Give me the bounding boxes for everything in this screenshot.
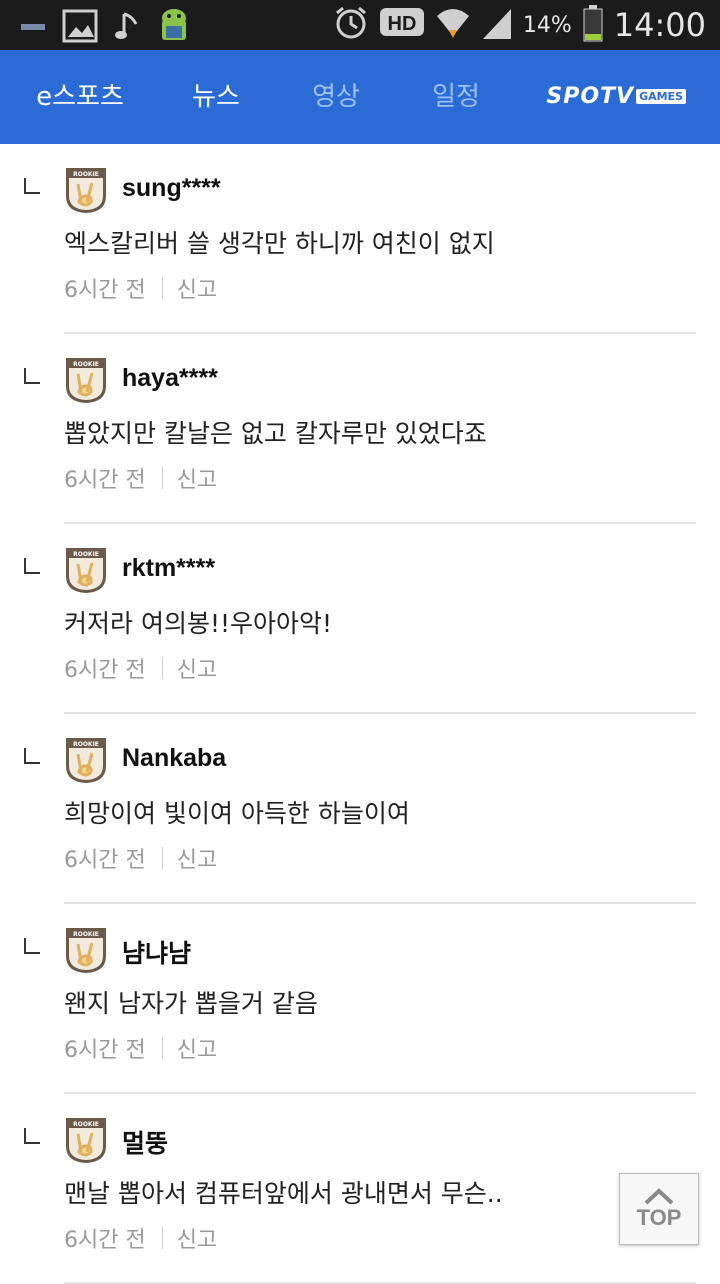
comment-item: ROOKIE sung**** 엑스칼리버 쓸 생각만 하니까 여친이 없지 6… <box>0 144 720 334</box>
comment-text: 뽑았지만 칼날은 없고 칼자루만 있었다죠 <box>64 419 487 448</box>
reply-arrow-icon <box>24 938 40 954</box>
comment-time: 6시간 전 <box>64 278 146 303</box>
report-link[interactable]: 신고 <box>177 842 217 874</box>
battery-icon <box>582 4 604 46</box>
svg-text:ROOKIE: ROOKIE <box>73 931 99 938</box>
svg-text:ROOKIE: ROOKIE <box>73 361 99 368</box>
comment-time: 6시간 전 <box>64 658 146 683</box>
rookie-badge-icon: ROOKIE <box>66 168 106 213</box>
comment-meta: 6시간 전 신고 <box>64 272 217 304</box>
meta-divider <box>161 847 163 869</box>
meta-divider <box>161 277 163 299</box>
rookie-badge-icon: ROOKIE <box>66 548 106 593</box>
comment-meta: 6시간 전 신고 <box>64 462 217 494</box>
svg-text:ROOKIE: ROOKIE <box>73 741 99 748</box>
comment-meta: 6시간 전 신고 <box>64 652 217 684</box>
comment-username[interactable]: 멀뚱 <box>122 1124 168 1160</box>
comment-text: 커저라 여의봉!!우아아악! <box>64 609 333 638</box>
comment-text: 엑스칼리버 쓸 생각만 하니까 여친이 없지 <box>64 229 495 258</box>
signal-icon <box>481 5 513 45</box>
meta-divider <box>161 657 163 679</box>
minus-icon <box>20 16 46 40</box>
comment-username[interactable]: haya**** <box>122 364 218 393</box>
battery-percent: 14% <box>522 12 572 38</box>
wifi-icon <box>435 4 471 46</box>
comment-text: 희망이여 빛이여 아득한 하늘이여 <box>64 799 410 828</box>
reply-arrow-icon <box>24 558 40 574</box>
image-icon <box>62 9 98 47</box>
music-note-icon <box>114 10 140 46</box>
svg-text:ROOKIE: ROOKIE <box>73 171 99 178</box>
reply-arrow-icon <box>24 1128 40 1144</box>
meta-divider <box>161 467 163 489</box>
reply-arrow-icon <box>24 368 40 384</box>
comment-meta: 6시간 전 신고 <box>64 842 217 874</box>
reply-arrow-icon <box>24 178 40 194</box>
report-link[interactable]: 신고 <box>177 652 217 684</box>
android-icon <box>156 6 192 50</box>
rookie-badge-icon: ROOKIE <box>66 738 106 783</box>
meta-divider <box>161 1037 163 1059</box>
brand-main: SPOTV <box>546 83 635 109</box>
comment-item: ROOKIE 냠냐냠 왠지 남자가 뽑을거 같음 6시간 전 신고 <box>0 904 720 1094</box>
svg-text:ROOKIE: ROOKIE <box>73 551 99 558</box>
tab-video[interactable]: 영상 <box>292 50 380 144</box>
comment-item: ROOKIE haya**** 뽑았지만 칼날은 없고 칼자루만 있었다죠 6시… <box>0 334 720 524</box>
clock: 14:00 <box>613 6 706 44</box>
comment-meta: 6시간 전 신고 <box>64 1222 217 1254</box>
reply-arrow-icon <box>24 748 40 764</box>
comment-time: 6시간 전 <box>64 1228 146 1253</box>
scroll-to-top-button[interactable]: TOP <box>619 1173 699 1245</box>
rookie-badge-icon: ROOKIE <box>66 1118 106 1163</box>
comment-meta: 6시간 전 신고 <box>64 1032 217 1064</box>
comment-username[interactable]: sung**** <box>122 174 221 203</box>
brand-sub: GAMES <box>636 88 686 104</box>
report-link[interactable]: 신고 <box>177 1032 217 1064</box>
comment-username[interactable]: Nankaba <box>122 744 226 773</box>
hd-icon: HD <box>379 5 425 45</box>
report-link[interactable]: 신고 <box>177 272 217 304</box>
meta-divider <box>161 1227 163 1249</box>
comment-text: 왠지 남자가 뽑을거 같음 <box>64 989 318 1018</box>
top-nav: e스포츠 뉴스 영상 일정 SPOTV GAMES <box>0 50 720 144</box>
comment-text: 맨날 뽑아서 컴퓨터앞에서 광내면서 무슨.. <box>64 1179 503 1208</box>
tab-esports[interactable]: e스포츠 <box>24 50 136 144</box>
svg-text:ROOKIE: ROOKIE <box>73 1121 99 1128</box>
tab-news[interactable]: 뉴스 <box>172 50 260 144</box>
comment-username[interactable]: rktm**** <box>122 554 215 583</box>
comment-item: ROOKIE Nankaba 희망이여 빛이여 아득한 하늘이여 6시간 전 신… <box>0 714 720 904</box>
comment-time: 6시간 전 <box>64 848 146 873</box>
chevron-up-icon <box>644 1188 674 1205</box>
top-button-label: TOP <box>636 1205 682 1230</box>
alarm-icon <box>333 5 369 45</box>
report-link[interactable]: 신고 <box>177 462 217 494</box>
tab-schedule[interactable]: 일정 <box>412 50 500 144</box>
rookie-badge-icon: ROOKIE <box>66 358 106 403</box>
status-bar: HD 14% 14:00 <box>0 0 720 50</box>
rookie-badge-icon: ROOKIE <box>66 928 106 973</box>
comment-username[interactable]: 냠냐냠 <box>122 934 191 970</box>
comment-item: ROOKIE rktm**** 커저라 여의봉!!우아아악! 6시간 전 신고 <box>0 524 720 714</box>
svg-text:HD: HD <box>387 13 416 35</box>
comment-time: 6시간 전 <box>64 468 146 493</box>
report-link[interactable]: 신고 <box>177 1222 217 1254</box>
spotv-games-logo[interactable]: SPOTV GAMES <box>546 76 686 116</box>
comment-time: 6시간 전 <box>64 1038 146 1063</box>
comment-item: ROOKIE 멀뚱 맨날 뽑아서 컴퓨터앞에서 광내면서 무슨.. 6시간 전 … <box>0 1094 720 1284</box>
